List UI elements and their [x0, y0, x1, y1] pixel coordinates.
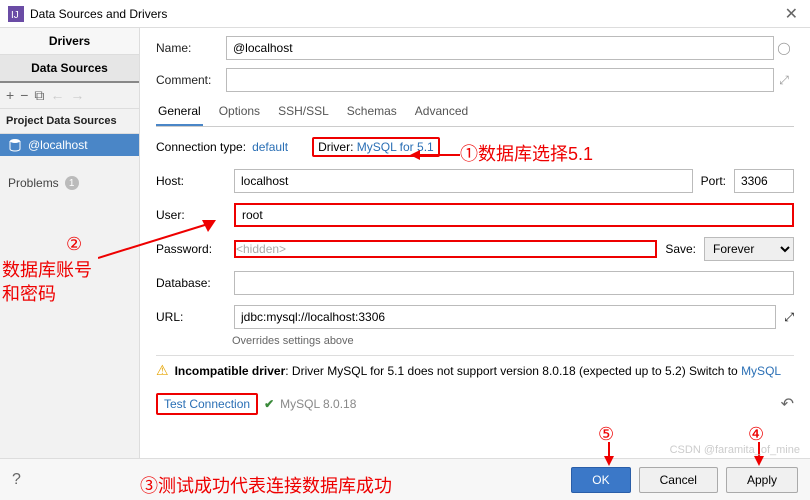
driver-link[interactable]: MySQL for 5.1	[357, 140, 434, 154]
password-input[interactable]: <hidden>	[234, 240, 657, 258]
ok-button[interactable]: OK	[571, 467, 630, 493]
datasource-item[interactable]: @localhost	[0, 134, 139, 156]
comment-input[interactable]	[226, 68, 774, 92]
name-reset-icon[interactable]: ◯	[774, 41, 794, 55]
tab-drivers[interactable]: Drivers	[0, 28, 139, 55]
url-label: URL:	[156, 310, 226, 324]
tab-advanced[interactable]: Advanced	[413, 100, 470, 126]
add-icon[interactable]: +	[6, 87, 14, 104]
copy-icon[interactable]: ⧉	[34, 87, 44, 104]
warning-bar: ⚠ Incompatible driver: Driver MySQL for …	[156, 355, 794, 385]
window-title: Data Sources and Drivers	[30, 7, 781, 21]
watermark: CSDN @faramita_of_mine	[670, 444, 800, 456]
warning-link[interactable]: MySQL	[741, 364, 781, 378]
tab-sshssl[interactable]: SSH/SSL	[276, 100, 331, 126]
database-label: Database:	[156, 276, 226, 290]
save-label: Save:	[665, 242, 696, 256]
conn-type-link[interactable]: default	[252, 140, 288, 154]
sidebar: Drivers Data Sources + − ⧉ ← → Project D…	[0, 28, 140, 458]
url-expand-icon[interactable]: ⤢	[784, 310, 794, 325]
port-label: Port:	[701, 174, 726, 188]
comment-label: Comment:	[156, 73, 226, 87]
password-label: Password:	[156, 242, 226, 256]
conn-type-label: Connection type:	[156, 140, 246, 154]
tab-options[interactable]: Options	[217, 100, 262, 126]
title-bar: IJ Data Sources and Drivers ✕	[0, 0, 810, 28]
section-project-ds: Project Data Sources	[0, 109, 139, 134]
save-select[interactable]: Forever	[704, 237, 794, 261]
close-icon[interactable]: ✕	[781, 4, 802, 24]
remove-icon[interactable]: −	[20, 87, 28, 104]
warning-icon: ⚠	[156, 362, 169, 379]
problems-label: Problems	[8, 176, 59, 190]
name-label: Name:	[156, 41, 226, 55]
apply-button[interactable]: Apply	[726, 467, 798, 493]
user-label: User:	[156, 208, 226, 222]
port-input[interactable]	[734, 169, 794, 193]
nav-back-icon[interactable]: ←	[50, 87, 64, 104]
url-input[interactable]	[234, 305, 776, 329]
problems-item[interactable]: Problems 1	[0, 156, 139, 194]
tab-general[interactable]: General	[156, 100, 203, 126]
app-icon: IJ	[8, 6, 24, 22]
database-input[interactable]	[234, 271, 794, 295]
name-input[interactable]	[226, 36, 774, 60]
cancel-button[interactable]: Cancel	[639, 467, 718, 493]
undo-icon[interactable]: ↶	[781, 394, 794, 414]
test-connection-link[interactable]: Test Connection	[156, 393, 258, 415]
problems-count: 1	[65, 176, 79, 190]
sidebar-toolbar: + − ⧉ ← →	[0, 83, 139, 109]
host-input[interactable]	[234, 169, 693, 193]
test-version: MySQL 8.0.18	[280, 397, 356, 411]
tab-data-sources[interactable]: Data Sources	[0, 55, 139, 83]
user-input[interactable]	[234, 203, 794, 227]
footer: ? OK Cancel Apply	[0, 458, 810, 500]
override-note: Overrides settings above	[232, 335, 794, 347]
form-tabs: General Options SSH/SSL Schemas Advanced	[156, 100, 794, 127]
expand-icon[interactable]: ⤢	[774, 73, 794, 88]
help-icon[interactable]: ?	[12, 471, 21, 489]
content-pane: Name: ◯ Comment: ⤢ General Options SSH/S…	[140, 28, 810, 458]
warning-title: Incompatible driver	[175, 364, 286, 378]
tab-schemas[interactable]: Schemas	[345, 100, 399, 126]
driver-label: Driver:	[318, 140, 353, 154]
check-icon: ✔	[264, 397, 274, 411]
host-label: Host:	[156, 174, 226, 188]
svg-text:IJ: IJ	[11, 10, 19, 21]
nav-fwd-icon[interactable]: →	[70, 87, 84, 104]
warning-text: : Driver MySQL for 5.1 does not support …	[285, 364, 737, 378]
mysql-icon	[8, 138, 22, 152]
datasource-label: @localhost	[28, 138, 88, 152]
